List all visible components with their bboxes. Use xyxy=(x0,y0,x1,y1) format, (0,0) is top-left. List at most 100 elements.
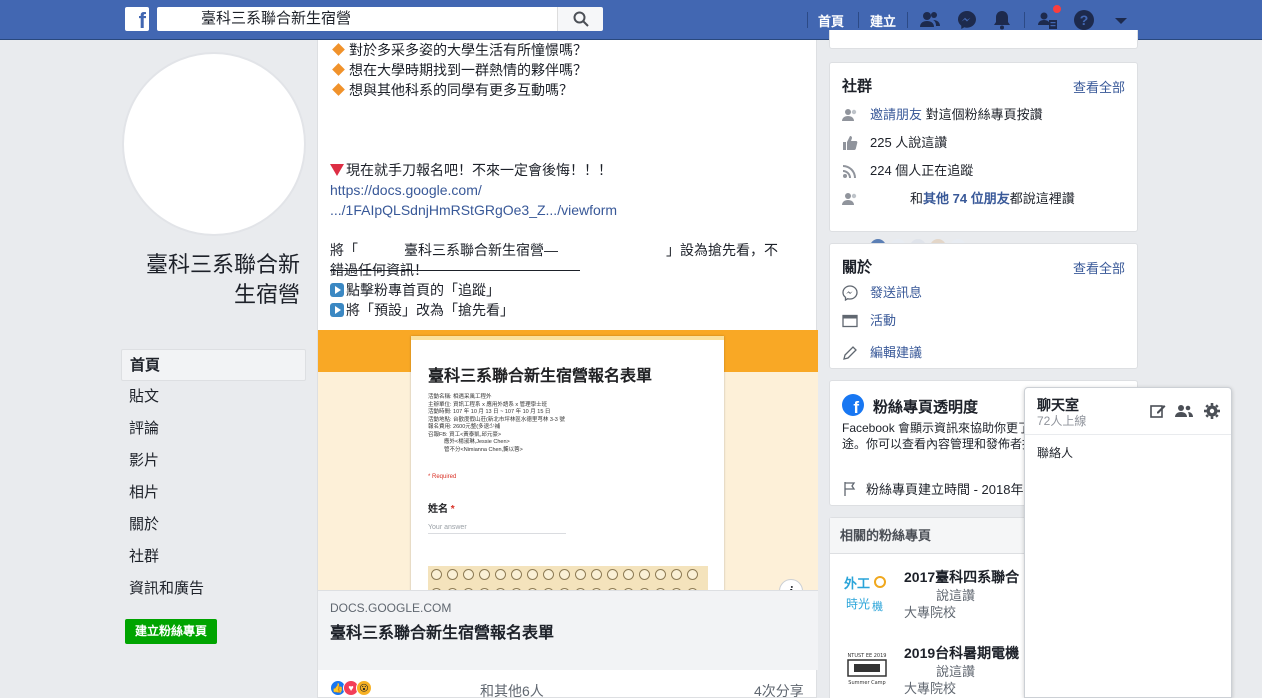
invite-people-icon xyxy=(842,109,857,121)
flag-icon xyxy=(844,482,856,496)
form-required-note: * Required xyxy=(428,474,457,480)
search-icon xyxy=(573,11,589,27)
svg-text:Summer Camp: Summer Camp xyxy=(848,680,885,686)
post-line: 對於多采多姿的大學生活有所憧憬嗎？ xyxy=(330,40,800,60)
svg-text:時光: 時光 xyxy=(846,597,870,611)
nav-item-home[interactable]: 首頁 xyxy=(121,349,306,381)
create-page-button[interactable]: 建立粉絲專頁 xyxy=(125,619,218,644)
play-button-icon xyxy=(330,283,344,297)
calendar-icon xyxy=(842,314,858,328)
community-title: 社群 xyxy=(842,78,873,95)
nav-create-link[interactable]: 建立 xyxy=(870,11,896,30)
post-line: 現在就手刀報名吧！不來一定會後悔！！！ xyxy=(330,160,800,180)
post-card: 對於多采多姿的大學生活有所憧憬嗎？ 想在大學時期找到一群熱情的夥伴嗎？ 想與其他… xyxy=(317,40,818,698)
post-link[interactable]: .../1FAIpQLSdnjHmRStGRgOe3_Z.../viewform xyxy=(330,200,800,220)
about-title: 關於 xyxy=(842,259,873,276)
svg-text:機: 機 xyxy=(872,599,883,613)
search-input[interactable]: 臺科三系聯合新生宿營 xyxy=(157,7,557,31)
page-profile-picture[interactable] xyxy=(122,52,306,236)
nav-item-photos[interactable]: 相片 xyxy=(121,477,306,509)
related-page-name[interactable]: 2019台科暑期電機 xyxy=(904,643,1019,663)
play-button-icon xyxy=(330,303,344,317)
post-line: 點擊粉專首頁的「追蹤」 xyxy=(330,280,800,300)
related-page-thumbnail[interactable]: 外工時光機 xyxy=(840,566,894,620)
form-question: 姓名 * xyxy=(428,504,455,515)
nav-divider xyxy=(1024,12,1025,28)
google-form-preview: 臺科三系聯合新生宿營報名表單 活動名稱: 相遇采風工程外 主辦單位: 資訊工程系… xyxy=(411,336,724,590)
wow-reaction-icon: 😮 xyxy=(356,680,372,696)
messenger-icon xyxy=(842,285,858,301)
page-title[interactable]: 臺科三系聯合新生宿營 xyxy=(125,250,300,310)
about-see-all-link[interactable]: 查看全部 xyxy=(1073,258,1125,277)
red-triangle-icon xyxy=(330,164,344,176)
other-friends-link[interactable]: 其他 74 位朋友 xyxy=(923,191,1010,206)
transparency-title: 粉絲專頁透明度 xyxy=(873,399,979,416)
rss-follow-icon xyxy=(843,165,856,178)
form-decorative-pattern xyxy=(428,566,708,590)
link-preview-image[interactable]: 臺科三系聯合新生宿營報名表單 活動名稱: 相遇采風工程外 主辦單位: 資訊工程系… xyxy=(318,330,818,590)
orange-diamond-icon xyxy=(332,43,345,56)
pencil-icon xyxy=(843,346,857,360)
nav-item-videos[interactable]: 影片 xyxy=(121,445,306,477)
related-page-category: 大專院校 xyxy=(904,681,957,696)
notification-badge xyxy=(1052,4,1062,14)
thumbs-up-icon xyxy=(843,136,858,150)
form-title: 臺科三系聯合新生宿營報名表單 xyxy=(428,368,653,385)
link-domain: DOCS.GOOGLE.COM xyxy=(330,601,452,615)
related-page-category: 大專院校 xyxy=(904,605,957,620)
svg-text:NTUST EE 2019: NTUST EE 2019 xyxy=(848,653,887,659)
notifications-icon[interactable] xyxy=(991,9,1013,31)
post-line: 將「 臺科三系聯合新生宿營— 」設為搶先看，不 xyxy=(330,242,778,258)
post-line: 將「預設」改為「搶先看」 xyxy=(330,300,800,320)
nav-home-link[interactable]: 首頁 xyxy=(818,11,844,30)
svg-text:?: ? xyxy=(1080,12,1089,28)
related-page-logo-icon: 外工時光機 xyxy=(843,576,886,613)
facebook-logo-icon: f xyxy=(842,394,864,416)
settings-gear-icon[interactable] xyxy=(1203,402,1221,420)
page-created-date: 粉絲專頁建立時間 - 2018年 xyxy=(842,479,1023,498)
invite-friends-link[interactable]: 邀請朋友 xyxy=(870,107,922,122)
svg-text:外工: 外工 xyxy=(843,576,870,592)
reaction-count[interactable]: 和其他6人 xyxy=(480,681,544,698)
related-page-thumbnail[interactable]: NTUST EE 2019 Summer Camp xyxy=(840,642,894,696)
facebook-logo-icon[interactable]: f xyxy=(125,7,149,31)
dropdown-icon[interactable] xyxy=(1110,9,1132,31)
friends-icon[interactable] xyxy=(919,9,941,31)
nav-divider xyxy=(807,12,808,28)
chat-divider xyxy=(1025,434,1231,435)
post-line: 想與其他科系的同學有更多互動嗎？ xyxy=(330,80,800,100)
post-divider-line xyxy=(330,270,580,271)
nav-divider xyxy=(858,12,859,28)
post-body: 對於多采多姿的大學生活有所憧憬嗎？ 想在大學時期找到一群熱情的夥伴嗎？ 想與其他… xyxy=(330,40,800,320)
link-title[interactable]: 臺科三系聯合新生宿營報名表單 xyxy=(330,619,554,643)
post-link[interactable]: https://docs.google.com/ xyxy=(330,180,800,200)
new-group-icon[interactable] xyxy=(1175,402,1193,420)
messenger-icon[interactable] xyxy=(956,9,978,31)
contacts-heading: 聯絡人 xyxy=(1037,446,1074,460)
nav-item-reviews[interactable]: 評論 xyxy=(121,413,306,445)
form-answer-field: Your answer xyxy=(428,524,566,534)
help-icon[interactable]: ? xyxy=(1073,9,1095,31)
community-see-all-link[interactable]: 查看全部 xyxy=(1073,77,1125,96)
page-navigation: 首頁 貼文 評論 影片 相片 關於 社群 資訊和廣告 xyxy=(121,349,306,605)
link-preview-meta[interactable]: DOCS.GOOGLE.COM 臺科三系聯合新生宿營報名表單 xyxy=(318,590,818,670)
nav-item-posts[interactable]: 貼文 xyxy=(121,381,306,413)
nav-item-community[interactable]: 社群 xyxy=(121,541,306,573)
orange-diamond-icon xyxy=(332,63,345,76)
orange-diamond-icon xyxy=(332,83,345,96)
form-description: 活動名稱: 相遇采風工程外 主辦單位: 資訊工程系 x 應用外語系 x 管理學士… xyxy=(428,394,565,453)
community-card: 社群 查看全部 邀請朋友 對這個粉絲專頁按讚 225 人說這讚 224 個人正在… xyxy=(829,62,1138,255)
nav-divider xyxy=(907,12,908,28)
new-message-icon[interactable] xyxy=(1149,402,1167,420)
share-count[interactable]: 4次分享 xyxy=(754,681,804,698)
post-line: 想在大學時期找到一群熱情的夥伴嗎？ xyxy=(330,60,800,80)
nav-item-info-ads[interactable]: 資訊和廣告 xyxy=(121,573,306,605)
related-page-name[interactable]: 2017臺科四系聯合 xyxy=(904,567,1019,587)
summer-camp-logo-icon: NTUST EE 2019 Summer Camp xyxy=(847,653,887,686)
nav-item-about[interactable]: 關於 xyxy=(121,509,306,541)
search-button[interactable] xyxy=(557,7,603,31)
